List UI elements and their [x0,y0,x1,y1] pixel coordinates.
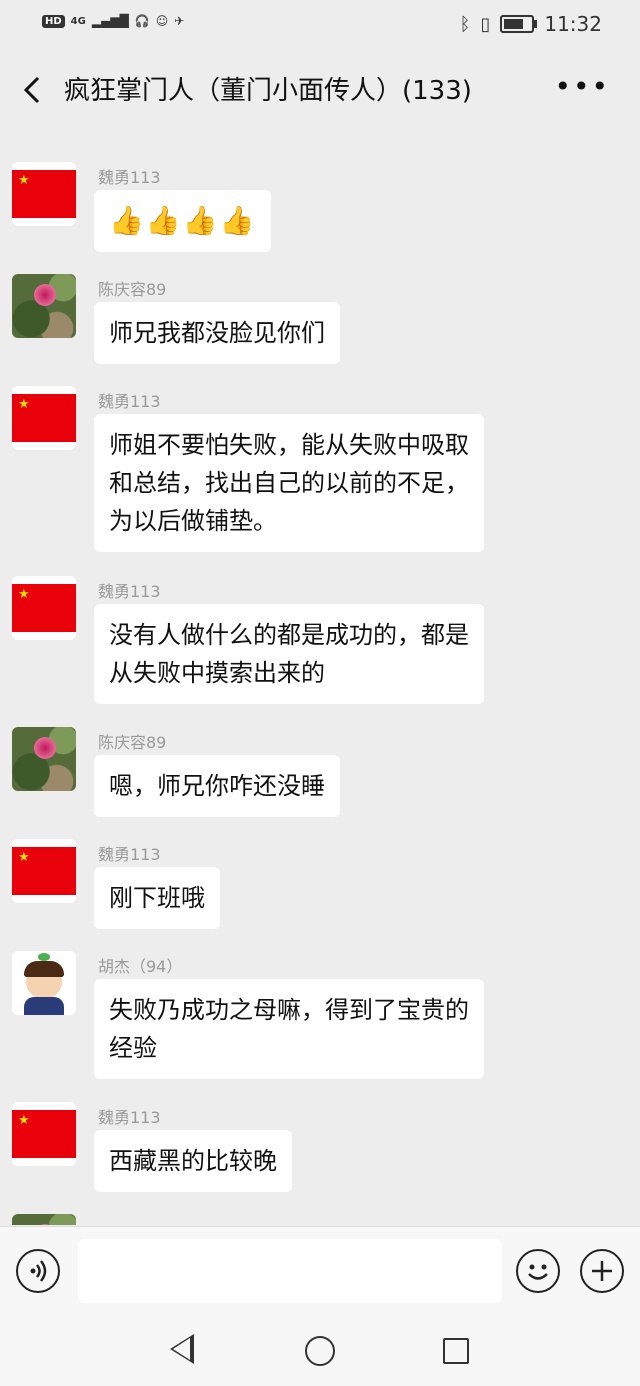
status-left-icons: HD 4G ▂▄▆█ 🎧 ☺ ✈ [42,14,184,28]
avatar[interactable] [12,274,76,338]
message-bubble[interactable]: 西藏黑的比较晚 [94,1130,292,1192]
sender-name: 魏勇113 [98,168,161,187]
sender-name: 陈庆容89 [98,280,167,299]
avatar[interactable] [12,951,76,1015]
sender-name: 魏勇113 [98,392,161,411]
chevron-left-icon[interactable] [18,72,50,108]
avatar[interactable] [12,727,76,791]
group-title: 疯狂掌门人（董门小面传人）(133) [64,76,472,106]
system-nav-bar [0,1314,640,1386]
sender-name: 胡杰（94） [98,957,183,976]
avatar[interactable]: ★ [12,839,76,903]
triangle-back-icon[interactable] [170,1334,194,1364]
input-bar [0,1226,640,1315]
message-line: 师姐不要怕失败，能从失败中吸取 [109,431,469,459]
avatar[interactable]: ★ [12,386,76,450]
bluetooth-icon: ᛒ [459,13,471,35]
message-line: 没有人做什么的都是成功的，都是 [109,621,469,649]
message-line: 从失败中摸索出来的 [109,659,325,687]
clock: 11:32 [544,12,602,36]
message-bubble[interactable]: 👍👍👍👍 [94,190,272,252]
hd-badge: HD [42,14,65,28]
sender-name: 魏勇113 [98,845,161,864]
avatar[interactable]: ★ [12,1102,76,1166]
voice-icon[interactable] [16,1249,60,1293]
message-bubble[interactable]: 师姐不要怕失败，能从失败中吸取 和总结，找出自己的以前的不足， 为以后做铺垫。 [94,414,484,552]
message-line: 为以后做铺垫。 [109,507,277,535]
message-bubble[interactable]: 刚下班哦 [94,867,220,929]
message-line: 失败乃成功之母嘛，得到了宝贵的 [109,996,469,1024]
sender-name: 魏勇113 [98,582,161,601]
message-list[interactable]: ★ 魏勇113 👍👍👍👍 陈庆容89 师兄我都没脸见你们 ★ 魏勇113 师姐不… [0,140,640,1225]
plus-icon[interactable] [580,1249,624,1293]
send-icon: ✈ [174,14,185,28]
battery-icon [500,15,538,33]
sender-name: 魏勇113 [98,1108,161,1127]
avatar[interactable] [12,1214,76,1225]
sender-name: 陈庆容89 [98,733,167,752]
message-bubble[interactable]: 失败乃成功之母嘛，得到了宝贵的 经验 [94,979,484,1079]
circle-home-icon[interactable] [305,1336,335,1366]
status-right-icons: ᛒ ▯ 11:32 [460,12,602,36]
message-line: 和总结，找出自己的以前的不足， [109,469,469,497]
message-bubble[interactable]: 嗯，师兄你咋还没睡 [94,755,340,817]
network-type: 4G [70,15,86,27]
avatar[interactable]: ★ [12,162,76,226]
avatar[interactable]: ★ [12,576,76,640]
signal-icon: ▂▄▆█ [91,14,129,28]
emoji-icon[interactable] [516,1249,560,1293]
square-recent-icon[interactable] [443,1338,469,1364]
status-bar: HD 4G ▂▄▆█ 🎧 ☺ ✈ ᛒ ▯ 11:32 [0,0,640,52]
message-bubble[interactable]: 师兄我都没脸见你们 [94,302,340,364]
message-input[interactable] [78,1239,502,1303]
notification-icon: ☺ [155,14,169,28]
message-bubble[interactable]: 没有人做什么的都是成功的，都是 从失败中摸索出来的 [94,604,484,704]
vibrate-icon: ▯ [480,13,491,35]
chat-header: 疯狂掌门人（董门小面传人）(133) ••• [0,52,640,130]
message-line: 经验 [109,1034,157,1062]
headphone-icon: 🎧 [134,14,150,28]
more-dots-icon[interactable]: ••• [554,70,610,103]
